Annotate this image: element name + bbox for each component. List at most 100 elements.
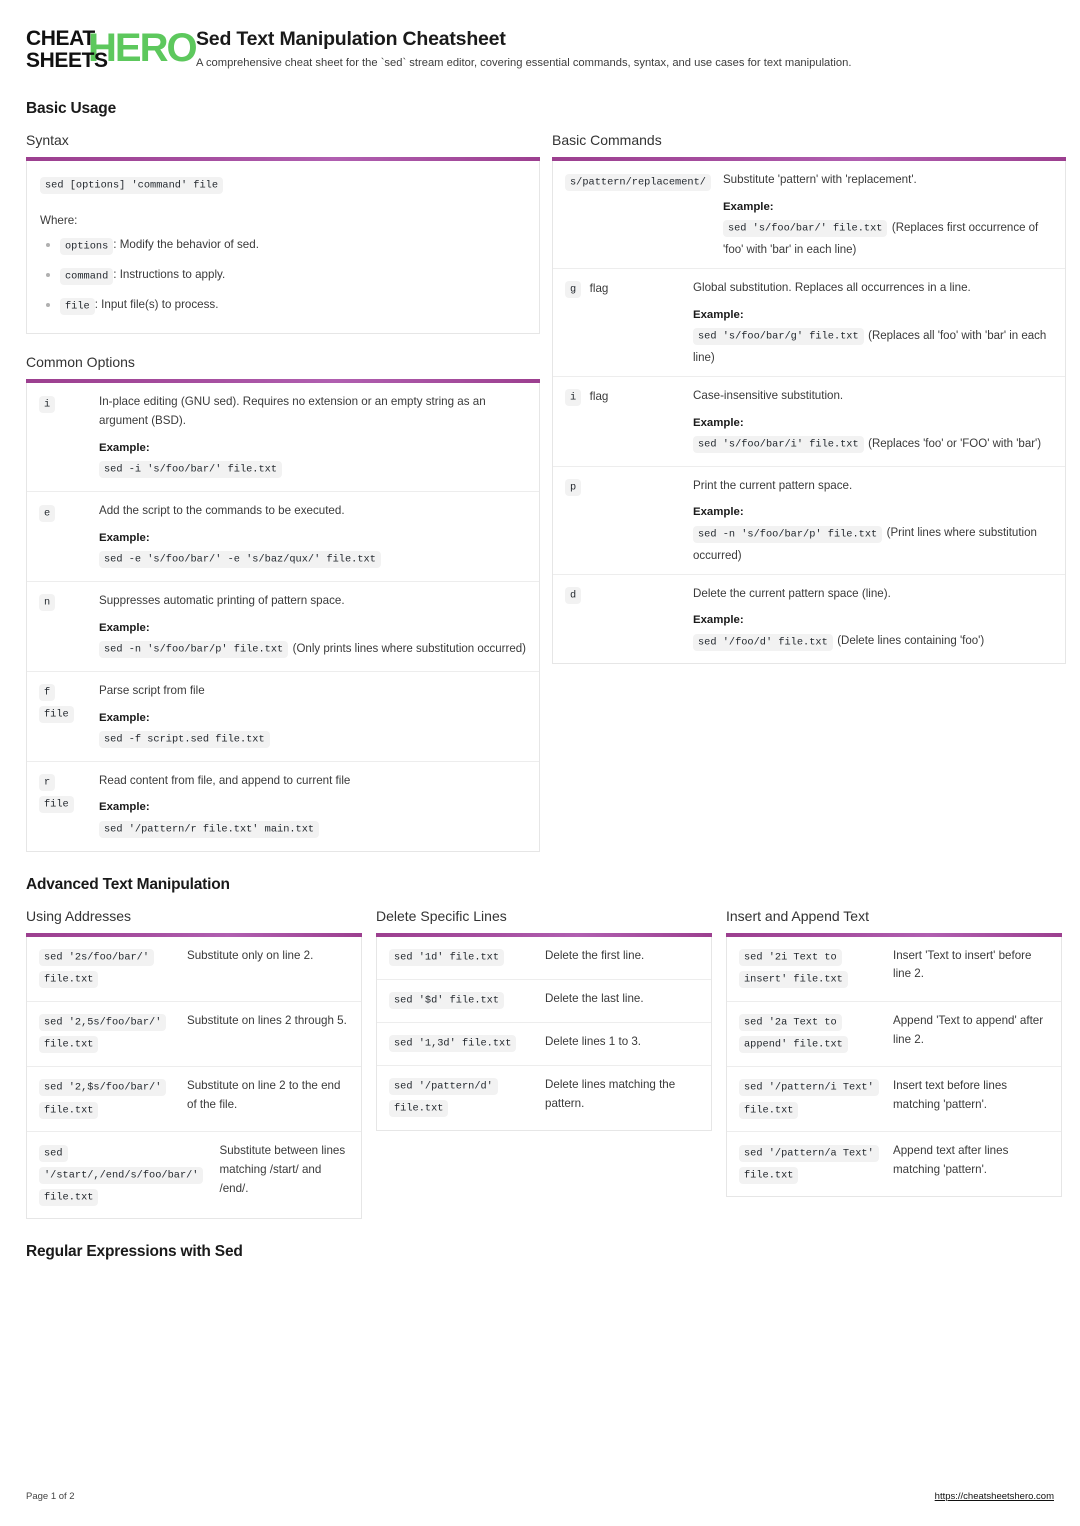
address-code: sed '2s/foo/bar/' file.txt: [39, 949, 155, 989]
table-body: sed '2i Text to insert' file.txt Insert …: [727, 937, 1061, 1197]
footer-website-link[interactable]: https://cheatsheetshero.com: [935, 1491, 1054, 1502]
example-label: Example:: [693, 614, 744, 627]
page-subtitle: A comprehensive cheat sheet for the `sed…: [196, 57, 852, 69]
delete-lines-table: sed '1d' file.txt Delete the first line.…: [376, 936, 712, 1131]
command-description: Print the current pattern space.: [693, 478, 853, 492]
example-label: Example:: [722, 200, 774, 213]
table-row: d Delete the current pattern space (line…: [553, 573, 1065, 664]
command-description: Case-insensitive substitution.: [693, 388, 844, 402]
syntax-body: sed [options] 'command' file Where: opti…: [27, 161, 539, 333]
example-code: sed -n 's/foo/bar/p' file.txt: [693, 525, 883, 543]
delete-desc-cell: Delete the first line.: [537, 937, 711, 979]
address-description: Substitute between lines matching /start…: [219, 1144, 346, 1195]
option-cell: e: [27, 492, 95, 581]
table-row: p Print the current pattern space. Examp…: [553, 465, 1065, 574]
example-label: Example:: [99, 531, 150, 544]
header-text: Sed Text Manipulation Cheatsheet A compr…: [196, 26, 851, 71]
example-code: sed '/foo/d' file.txt: [693, 633, 833, 651]
command-cell: i flag: [553, 377, 689, 466]
delete-code: sed '1d' file.txt: [389, 949, 505, 967]
list-item: options: Modify the behavior of sed.: [40, 236, 526, 257]
address-code-cell: sed '/start/,/end/s/foo/bar/' file.txt: [27, 1132, 211, 1218]
option-detail-cell: In-place editing (GNU sed). Requires no …: [95, 383, 539, 491]
brand-line1: CHEAT: [26, 27, 95, 50]
table-row: sed '/pattern/i Text' file.txt Insert te…: [727, 1065, 1061, 1131]
delete-description: Delete lines 1 to 3.: [545, 1034, 642, 1048]
command-detail-cell: Global substitution. Replaces all occurr…: [689, 269, 1065, 376]
insert-code: sed '2i Text to insert' file.txt: [739, 949, 848, 989]
command-flag-label: flag: [589, 281, 609, 295]
right-column: Basic Commands s/pattern/replacement/ Su…: [552, 132, 1066, 665]
using-addresses-table: sed '2s/foo/bar/' file.txt Substitute on…: [26, 936, 362, 1220]
delete-lines-column: Delete Specific Lines sed '1d' file.txt …: [376, 908, 712, 1131]
option-code-arg: file: [39, 796, 74, 814]
address-code-cell: sed '2s/foo/bar/' file.txt: [27, 937, 179, 1001]
table-row: sed '2,$s/foo/bar/' file.txt Substitute …: [27, 1065, 361, 1131]
example-label: Example:: [693, 308, 744, 321]
table-body: i In-place editing (GNU sed). Requires n…: [27, 383, 539, 850]
table-row: r file Read content from file, and appen…: [27, 760, 539, 851]
command-description: Substitute 'pattern' with 'replacement'.: [722, 173, 917, 186]
bullet-text: : Input file(s) to process.: [94, 298, 219, 312]
address-desc-cell: Substitute on lines 2 through 5.: [179, 1002, 361, 1066]
option-cell: r file: [27, 762, 95, 851]
address-desc-cell: Substitute between lines matching /start…: [211, 1132, 361, 1218]
insert-code-cell: sed '2a Text to append' file.txt: [727, 1002, 885, 1066]
insert-desc-cell: Insert text before lines matching 'patte…: [885, 1067, 1061, 1131]
address-code-cell: sed '2,$s/foo/bar/' file.txt: [27, 1067, 179, 1131]
insert-desc-cell: Append text after lines matching 'patter…: [885, 1132, 1061, 1196]
page-root: CHEAT SHEETS HERO Sed Text Manipulation …: [0, 0, 1080, 1261]
table-row: i flag Case-insensitive substitution. Ex…: [553, 375, 1065, 466]
table-row: sed '/pattern/a Text' file.txt Append te…: [727, 1131, 1061, 1196]
insert-append-table: sed '2i Text to insert' file.txt Insert …: [726, 936, 1062, 1198]
delete-code: sed '$d' file.txt: [389, 992, 505, 1010]
table-row: s/pattern/replacement/ Substitute 'patte…: [553, 161, 1065, 268]
option-code: i: [39, 395, 56, 413]
option-detail-cell: Suppresses automatic printing of pattern…: [95, 582, 539, 671]
table-row: sed '2a Text to append' file.txt Append …: [727, 1000, 1061, 1066]
example-code: sed 's/foo/bar/' file.txt: [722, 220, 888, 238]
table-row: e Add the script to the commands to be e…: [27, 491, 539, 581]
example-label: Example:: [99, 621, 150, 634]
insert-description: Insert text before lines matching 'patte…: [893, 1078, 1008, 1111]
table-row: n Suppresses automatic printing of patte…: [27, 580, 539, 671]
insert-description: Insert 'Text to insert' before line 2.: [893, 948, 1032, 981]
table-row: sed '/start/,/end/s/foo/bar/' file.txt S…: [27, 1131, 361, 1218]
insert-code: sed '/pattern/a Text' file.txt: [739, 1144, 879, 1184]
table-row: sed '1,3d' file.txt Delete lines 1 to 3.: [377, 1021, 711, 1065]
page-title: Sed Text Manipulation Cheatsheet: [196, 28, 506, 50]
option-detail-cell: Read content from file, and append to cu…: [95, 762, 539, 851]
address-desc-cell: Substitute only on line 2.: [179, 937, 361, 1001]
basic-commands-heading: Basic Commands: [552, 132, 662, 148]
command-description: Global substitution. Replaces all occurr…: [693, 280, 971, 294]
option-cell: n: [27, 582, 95, 671]
common-options-table: i In-place editing (GNU sed). Requires n…: [26, 383, 540, 852]
table-row: i In-place editing (GNU sed). Requires n…: [27, 383, 539, 491]
syntax-bullet-list: options: Modify the behavior of sed. com…: [40, 236, 526, 317]
insert-append-column: Insert and Append Text sed '2i Text to i…: [726, 908, 1062, 1198]
section-heading-basic-usage: Basic Usage: [26, 100, 116, 117]
address-desc-cell: Substitute on line 2 to the end of the f…: [179, 1067, 361, 1131]
address-code: sed '/start/,/end/s/foo/bar/' file.txt: [39, 1144, 204, 1206]
example-label: Example:: [693, 506, 744, 519]
command-code: s/pattern/replacement/: [565, 173, 711, 191]
bullet-text: : Modify the behavior of sed.: [113, 238, 259, 252]
option-description: Parse script from file: [99, 683, 205, 697]
example-note: (Delete lines containing 'foo'): [837, 635, 985, 648]
brand-line2: SHEETS: [26, 48, 108, 72]
brand-logo: CHEAT SHEETS HERO: [26, 26, 198, 76]
delete-desc-cell: Delete lines matching the pattern.: [537, 1066, 711, 1130]
option-code: n: [39, 594, 56, 612]
syntax-heading: Syntax: [26, 132, 69, 148]
delete-code-cell: sed '$d' file.txt: [377, 980, 537, 1022]
option-description: Read content from file, and append to cu…: [99, 773, 351, 787]
example-code: sed 's/foo/bar/i' file.txt: [693, 436, 864, 454]
command-code: i: [565, 389, 582, 407]
option-code: e: [39, 504, 56, 522]
using-addresses-heading: Using Addresses: [26, 907, 132, 924]
address-code: sed '2,$s/foo/bar/' file.txt: [39, 1079, 167, 1119]
insert-desc-cell: Append 'Text to append' after line 2.: [885, 1002, 1061, 1066]
delete-code-cell: sed '1d' file.txt: [377, 937, 537, 979]
command-cell: d: [553, 575, 689, 664]
option-description: Add the script to the commands to be exe…: [99, 504, 345, 518]
